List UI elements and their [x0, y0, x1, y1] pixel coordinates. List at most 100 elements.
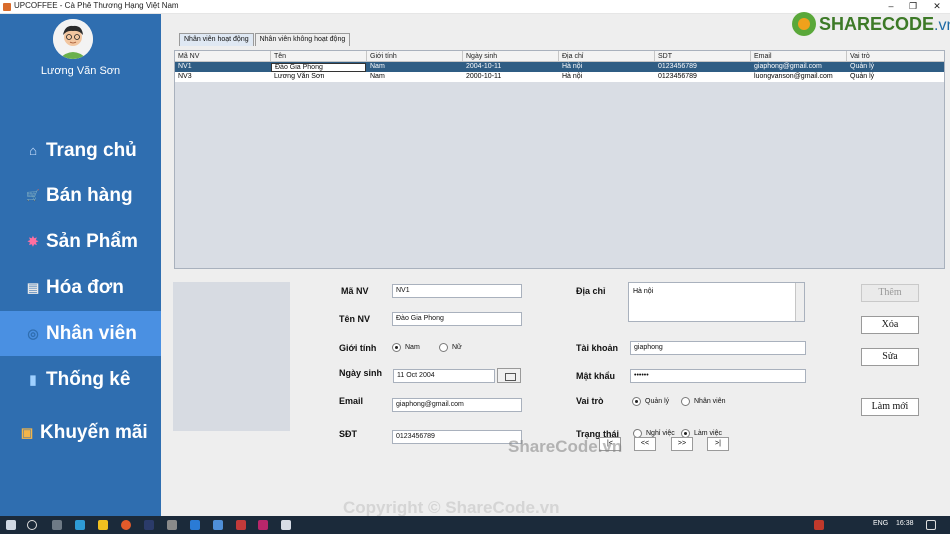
taskbar: ENG 16:38: [0, 516, 950, 534]
table-cell-editor[interactable]: Đào Gia Phong: [271, 63, 366, 72]
copyright-text: Copyright © ShareCode.vn: [343, 498, 560, 517]
search-icon[interactable]: [27, 520, 37, 530]
gender-male-label: Nam: [405, 344, 420, 351]
sidebar-item-home[interactable]: ⌂ Trang chủ: [0, 128, 161, 173]
delete-button[interactable]: Xóa: [861, 316, 919, 334]
sidebar-item-products[interactable]: ✸ Sản Phẩm: [0, 219, 161, 264]
sidebar-item-invoices[interactable]: ▤ Hóa đơn: [0, 265, 161, 310]
column-header[interactable]: Ngày sinh: [463, 51, 559, 61]
app-icon[interactable]: [258, 520, 268, 530]
role-manager-radio[interactable]: Quản lý: [632, 397, 669, 406]
vscode-icon[interactable]: [190, 520, 200, 530]
avatar: [53, 19, 93, 59]
column-header[interactable]: Email: [751, 51, 847, 61]
calendar-icon[interactable]: [497, 368, 521, 383]
basket-icon: 🛒: [26, 190, 40, 202]
ngay-sinh-field[interactable]: 11 Oct 2004: [393, 369, 495, 383]
gender-male-radio[interactable]: Nam: [392, 343, 420, 352]
table-cell: Quản lý: [850, 73, 875, 80]
edge-icon[interactable]: [75, 520, 85, 530]
browser-icon[interactable]: [121, 520, 131, 530]
tab-inactive-staff[interactable]: Nhân viên không hoạt động: [254, 33, 351, 46]
sidebar-item-statistics[interactable]: ▮ Thống kê: [0, 357, 161, 402]
column-header[interactable]: Mã NV: [175, 51, 271, 61]
sdt-field[interactable]: 0123456789: [392, 430, 522, 444]
table-cell: 0123456789: [658, 73, 697, 80]
staff-icon: ◎: [27, 325, 39, 341]
sidebar-item-staff[interactable]: ◎ Nhân viên: [0, 311, 161, 356]
vai-tro-label: Vai trò: [576, 396, 604, 406]
sharecode-logo: SHARECODE.vn: [792, 12, 950, 40]
tai-khoan-label: Tài khoản: [576, 343, 619, 353]
column-header[interactable]: Giới tính: [367, 51, 463, 61]
refresh-button[interactable]: Làm mới: [861, 398, 919, 416]
window-title: UPCOFFEE - Cà Phê Thương Hạng Việt Nam: [14, 1, 179, 10]
column-header[interactable]: SDT: [655, 51, 751, 61]
windows-start-icon[interactable]: [6, 520, 16, 530]
gender-female-radio[interactable]: Nữ: [439, 343, 462, 352]
ma-nv-field[interactable]: NV1: [392, 284, 522, 298]
email-field[interactable]: giaphong@gmail.com: [392, 398, 522, 412]
sidebar-item-label: Trang chủ: [46, 139, 137, 161]
column-header[interactable]: Tên: [271, 51, 367, 61]
table-header: Mã NV Tên Giới tính Ngày sinh Địa chỉ SD…: [175, 51, 944, 62]
scrollbar[interactable]: [795, 283, 804, 321]
table-cell: NV1: [178, 63, 192, 70]
clock[interactable]: 16:38: [896, 520, 914, 527]
next-page-button[interactable]: >>: [671, 437, 693, 451]
sidebar-item-label: Bán hàng: [46, 184, 133, 206]
table-cell: Nam: [370, 63, 385, 70]
app-icon[interactable]: [213, 520, 223, 530]
app-icon: [3, 3, 11, 11]
role-staff-label: Nhân viên: [694, 398, 726, 405]
sidebar-item-label: Hóa đơn: [46, 276, 124, 298]
notification-icon[interactable]: [926, 520, 936, 530]
prev-page-button[interactable]: <<: [634, 437, 656, 451]
gioi-tinh-label: Giới tính: [339, 343, 377, 353]
tray-icon[interactable]: [814, 520, 824, 530]
home-icon: ⌂: [29, 143, 37, 158]
table-cell: 2000-10-11: [466, 73, 502, 80]
logo-suffix: .vn: [934, 17, 950, 34]
java-app-icon[interactable]: [281, 520, 291, 530]
sidebar-item-promotions[interactable]: ▣ Khuyến mãi: [0, 410, 161, 455]
table-cell: NV3: [178, 73, 192, 80]
sidebar-item-label: Khuyến mãi: [40, 421, 148, 443]
radio-selected-icon: [392, 343, 401, 352]
mat-khau-label: Mật khẩu: [576, 371, 616, 381]
column-header[interactable]: Vai trò: [847, 51, 944, 61]
table-cell: 2004-10-11: [466, 63, 502, 70]
sidebar-item-label: Nhân viên: [46, 322, 137, 344]
sdt-label: SĐT: [339, 429, 357, 439]
tai-khoan-field[interactable]: giaphong: [630, 341, 806, 355]
staff-table: Mã NV Tên Giới tính Ngày sinh Địa chỉ SD…: [174, 50, 945, 269]
radio-empty-icon: [681, 397, 690, 406]
add-button[interactable]: Thêm: [861, 284, 919, 302]
table-row[interactable]: NV3 Lương Văn Sơn Nam 2000-10-11 Hà nội …: [175, 72, 944, 82]
photoshop-icon[interactable]: [144, 520, 154, 530]
app-icon[interactable]: [236, 520, 246, 530]
table-cell: Hà nội: [562, 73, 583, 80]
role-manager-label: Quản lý: [645, 398, 670, 405]
role-staff-radio[interactable]: Nhân viên: [681, 397, 726, 406]
mat-khau-field[interactable]: ••••••: [630, 369, 806, 383]
table-cell: 0123456789: [658, 63, 697, 70]
gender-female-label: Nữ: [452, 344, 462, 351]
edit-button[interactable]: Sửa: [861, 348, 919, 366]
last-page-button[interactable]: >|: [707, 437, 729, 451]
app-icon[interactable]: [167, 520, 177, 530]
tab-active-staff[interactable]: Nhân viên hoạt động: [179, 33, 254, 46]
invoice-icon: ▤: [26, 279, 40, 295]
staff-photo[interactable]: [173, 282, 290, 431]
task-view-icon[interactable]: [52, 520, 62, 530]
email-label: Email: [339, 396, 364, 406]
sidebar-item-sales[interactable]: 🛒 Bán hàng: [0, 173, 161, 218]
dia-chi-textarea[interactable]: Hà nội: [628, 282, 805, 322]
table-cell: Hà nội: [562, 63, 583, 70]
ten-nv-field[interactable]: Đào Gia Phong: [392, 312, 522, 326]
language-indicator[interactable]: ENG: [873, 520, 888, 527]
ma-nv-label: Mã NV: [341, 286, 369, 296]
table-row[interactable]: NV1 Đào Gia Phong Nam 2004-10-11 Hà nội …: [175, 62, 944, 72]
column-header[interactable]: Địa chỉ: [559, 51, 655, 61]
folder-icon[interactable]: [98, 520, 108, 530]
